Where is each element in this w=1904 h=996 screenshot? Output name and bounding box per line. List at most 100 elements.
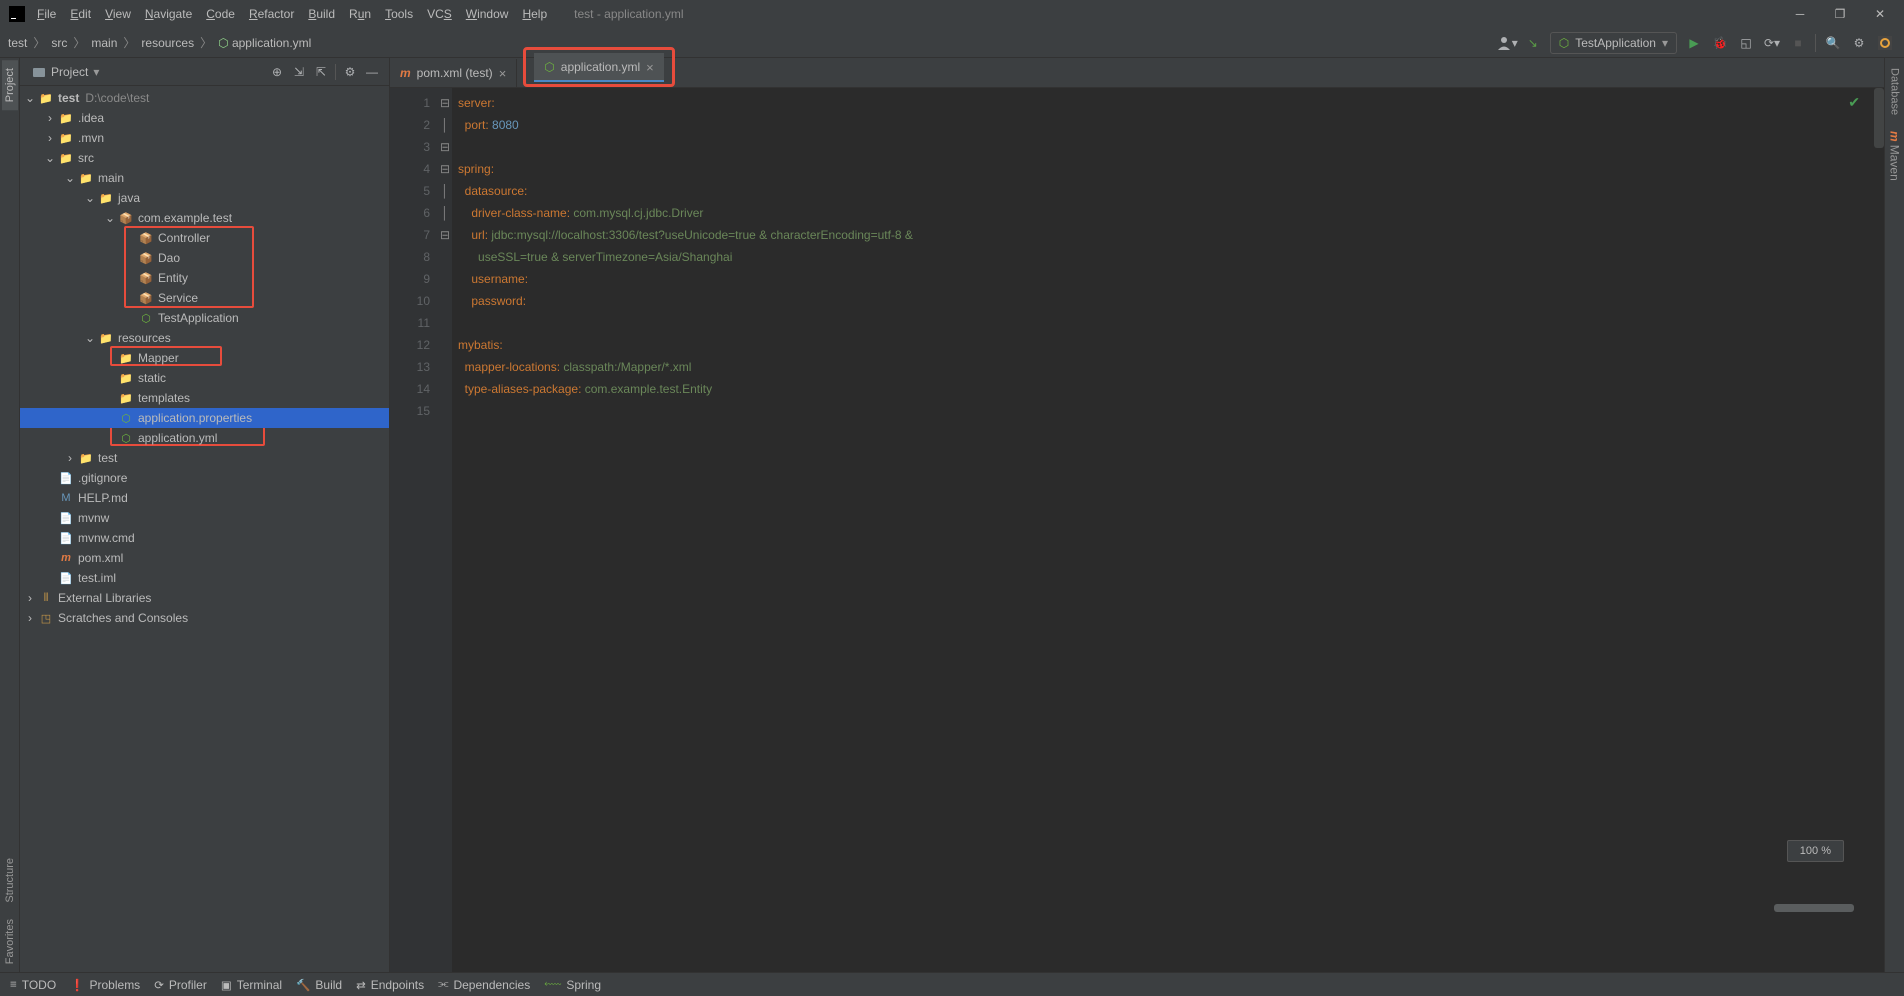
- statusbar-problems[interactable]: ❗ Problems: [70, 978, 140, 992]
- right-tool-strip: Database m Maven: [1884, 58, 1904, 972]
- breadcrumb-item[interactable]: src: [49, 36, 69, 50]
- debug-button[interactable]: 🐞: [1709, 32, 1731, 54]
- menu-run[interactable]: Run: [342, 3, 378, 25]
- tree-row[interactable]: 📁static: [20, 368, 389, 388]
- sidetab-structure[interactable]: Structure: [2, 850, 18, 911]
- sidetab-project[interactable]: Project: [2, 60, 18, 110]
- tree-row[interactable]: ⌄📁resources: [20, 328, 389, 348]
- maven-icon: m: [400, 66, 411, 80]
- annotation-highlight: ⬡ application.yml ×: [523, 47, 674, 87]
- menu-tools[interactable]: Tools: [378, 3, 420, 25]
- search-icon[interactable]: 🔍: [1822, 32, 1844, 54]
- spring-icon: ⬡: [544, 60, 554, 74]
- sidetab-favorites[interactable]: Favorites: [2, 911, 18, 972]
- statusbar-todo[interactable]: ≡ TODO: [10, 978, 56, 992]
- tree-row[interactable]: MHELP.md: [20, 488, 389, 508]
- sidetab-database[interactable]: Database: [1887, 60, 1903, 123]
- editor-tab[interactable]: ⬡ application.yml ×: [534, 53, 663, 81]
- menu-build[interactable]: Build: [301, 3, 342, 25]
- settings-icon[interactable]: ⚙: [1848, 32, 1870, 54]
- tree-row[interactable]: ⬡application.properties: [20, 408, 389, 428]
- expand-all-icon[interactable]: ⇲: [288, 61, 310, 83]
- tree-row[interactable]: 📦Dao: [20, 248, 389, 268]
- project-tree[interactable]: ⌄📁testD:\code\test ›📁.idea ›📁.mvn ⌄📁src …: [20, 86, 389, 972]
- run-config-label: TestApplication: [1575, 36, 1656, 50]
- build-icon[interactable]: ↘: [1522, 32, 1544, 54]
- tree-row[interactable]: ›📁.mvn: [20, 128, 389, 148]
- breadcrumb-item[interactable]: test: [6, 36, 29, 50]
- tree-row[interactable]: 📄test.iml: [20, 568, 389, 588]
- tab-label: application.yml: [561, 60, 640, 74]
- tree-row[interactable]: 📁Mapper: [20, 348, 389, 368]
- fold-gutter[interactable]: ⊟│ ⊟⊟ ││ ⊟: [438, 88, 452, 972]
- editor-tab[interactable]: m pom.xml (test) ×: [390, 59, 517, 87]
- stop-button[interactable]: ■: [1787, 32, 1809, 54]
- menu-edit[interactable]: Edit: [63, 3, 98, 25]
- inspection-ok-icon[interactable]: ✔: [1848, 94, 1860, 111]
- tree-row[interactable]: ⌄📁java: [20, 188, 389, 208]
- run-button[interactable]: ▶: [1683, 32, 1705, 54]
- breadcrumb-item[interactable]: main: [89, 36, 119, 50]
- tree-row[interactable]: ⬡TestApplication: [20, 308, 389, 328]
- tree-row[interactable]: 📦Controller: [20, 228, 389, 248]
- tree-row[interactable]: 📦Service: [20, 288, 389, 308]
- profile-button[interactable]: ⟳▾: [1761, 32, 1783, 54]
- menu-file[interactable]: File: [30, 3, 63, 25]
- zoom-indicator[interactable]: 100 %: [1787, 840, 1844, 862]
- tool-settings-icon[interactable]: ⚙: [339, 61, 361, 83]
- editor-body: 123456789101112131415 ⊟│ ⊟⊟ ││ ⊟ server:…: [390, 88, 1884, 972]
- tree-row[interactable]: 📄.gitignore: [20, 468, 389, 488]
- tree-row[interactable]: ⌄📁testD:\code\test: [20, 88, 389, 108]
- select-opened-file-icon[interactable]: ⊕: [266, 61, 288, 83]
- menu-view[interactable]: View: [98, 3, 138, 25]
- statusbar-endpoints[interactable]: ⇄ Endpoints: [356, 978, 424, 992]
- collapse-all-icon[interactable]: ⇱: [310, 61, 332, 83]
- tree-row[interactable]: 📄mvnw: [20, 508, 389, 528]
- jetbrains-icon[interactable]: [1874, 32, 1896, 54]
- vertical-scrollbar[interactable]: [1874, 88, 1884, 148]
- menu-refactor[interactable]: Refactor: [242, 3, 301, 25]
- tree-row[interactable]: ⌄📁main: [20, 168, 389, 188]
- project-view-selector[interactable]: Project ▾: [26, 63, 105, 81]
- menu-code[interactable]: Code: [199, 3, 242, 25]
- menu-vcs[interactable]: VCS: [420, 3, 459, 25]
- tree-row[interactable]: ⌄📁src: [20, 148, 389, 168]
- tree-row[interactable]: 📁templates: [20, 388, 389, 408]
- menu-navigate[interactable]: Navigate: [138, 3, 199, 25]
- statusbar-terminal[interactable]: ▣ Terminal: [221, 978, 282, 992]
- tree-row[interactable]: ⬡application.yml: [20, 428, 389, 448]
- code-editor[interactable]: server: port: 8080 spring: datasource: d…: [452, 88, 1884, 972]
- tree-row[interactable]: ›◳Scratches and Consoles: [20, 608, 389, 628]
- run-configuration-selector[interactable]: ⬡ TestApplication ▾: [1550, 32, 1677, 54]
- statusbar-build[interactable]: 🔨 Build: [296, 978, 342, 992]
- statusbar-dependencies[interactable]: ⫘ Dependencies: [438, 978, 530, 992]
- tree-row[interactable]: ⌄📦com.example.test: [20, 208, 389, 228]
- horizontal-scrollbar[interactable]: [1774, 904, 1854, 912]
- left-tool-strip: Project Structure Favorites: [0, 58, 20, 972]
- statusbar-spring[interactable]: ⬳ Spring: [544, 977, 601, 992]
- window-minimize[interactable]: ─: [1780, 0, 1820, 28]
- tree-row[interactable]: ›📁.idea: [20, 108, 389, 128]
- window-close[interactable]: ✕: [1860, 0, 1900, 28]
- breadcrumb-item[interactable]: resources: [139, 36, 196, 50]
- user-icon[interactable]: ▾: [1496, 32, 1518, 54]
- editor-tabs: m pom.xml (test) × ⬡ application.yml ×: [390, 58, 1884, 88]
- tree-row[interactable]: ›📁test: [20, 448, 389, 468]
- close-tab-icon[interactable]: ×: [646, 60, 654, 75]
- menu-window[interactable]: Window: [459, 3, 516, 25]
- tree-row[interactable]: 📦Entity: [20, 268, 389, 288]
- menu-bar: File Edit View Navigate Code Refactor Bu…: [0, 0, 1904, 28]
- tree-row[interactable]: 📄mvnw.cmd: [20, 528, 389, 548]
- sidetab-maven[interactable]: m Maven: [1886, 123, 1904, 189]
- menu-help[interactable]: Help: [515, 3, 554, 25]
- tree-row[interactable]: mpom.xml: [20, 548, 389, 568]
- statusbar-profiler[interactable]: ⟳ Profiler: [154, 978, 207, 992]
- coverage-button[interactable]: ◱: [1735, 32, 1757, 54]
- close-tab-icon[interactable]: ×: [499, 66, 507, 81]
- hide-tool-icon[interactable]: —: [361, 61, 383, 83]
- window-maximize[interactable]: ❐: [1820, 0, 1860, 28]
- breadcrumb-item[interactable]: ⬡ application.yml: [216, 36, 313, 50]
- navigation-bar: test〉 src〉 main〉 resources〉 ⬡ applicatio…: [0, 28, 1904, 58]
- editor-area: m pom.xml (test) × ⬡ application.yml × 1…: [390, 58, 1884, 972]
- tree-row[interactable]: ›⫴External Libraries: [20, 588, 389, 608]
